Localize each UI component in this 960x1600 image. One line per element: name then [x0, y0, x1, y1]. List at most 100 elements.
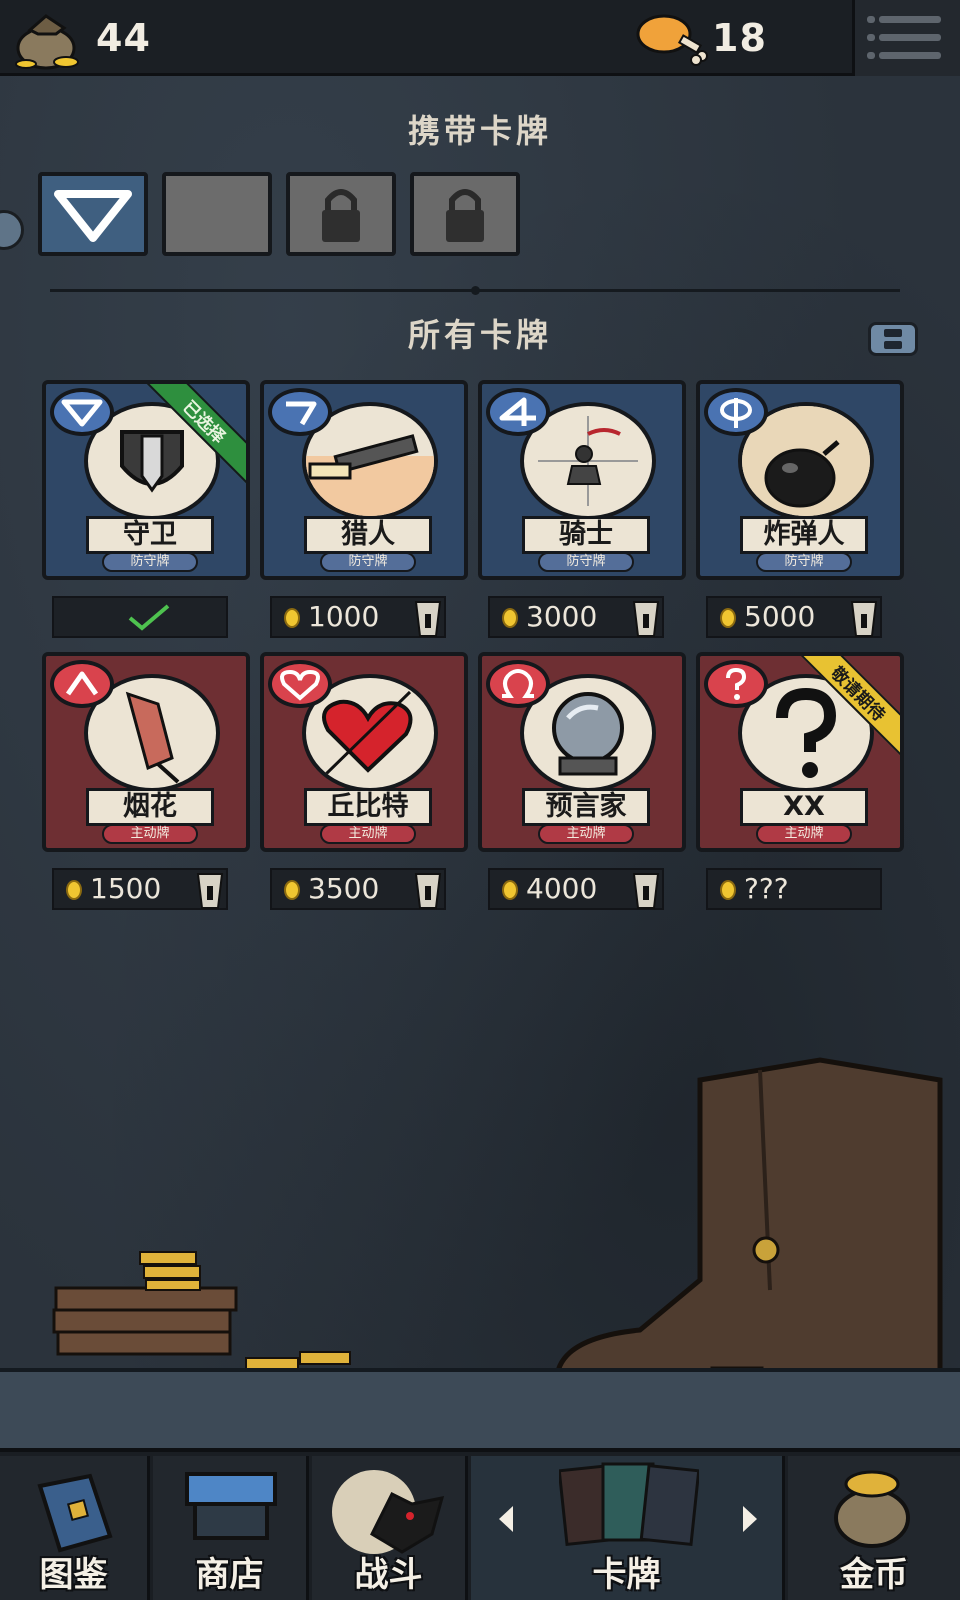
card-type: 主动牌 — [320, 824, 416, 844]
card-knight[interactable]: 骑士 防守牌 — [478, 380, 686, 580]
card-type: 防守牌 — [756, 552, 852, 572]
cards-icon — [559, 1462, 699, 1547]
card-name: 骑士 — [522, 516, 650, 554]
padlock-icon — [850, 601, 878, 637]
card-cupid[interactable]: 丘比特 主动牌 — [260, 652, 468, 852]
menu-dot — [867, 16, 875, 23]
menu-dot — [867, 52, 875, 59]
nav-label: 卡牌 — [592, 1555, 661, 1595]
card-hunter[interactable]: 猎人 防守牌 — [260, 380, 468, 580]
menu-line — [879, 52, 941, 59]
book-icon — [37, 1473, 113, 1553]
coin-icon — [502, 880, 518, 900]
price-bomber[interactable]: 5000 — [706, 596, 882, 638]
card-type: 主动牌 — [756, 824, 852, 844]
coin-icon — [720, 608, 736, 628]
padlock-icon — [414, 601, 442, 637]
omega-icon — [486, 660, 550, 708]
top-bar: 44 18 — [0, 0, 960, 76]
card-name: 守卫 — [86, 516, 214, 554]
nav-label: 商店 — [195, 1555, 264, 1595]
sort-button[interactable] — [868, 322, 918, 356]
card-name: 丘比特 — [304, 788, 432, 826]
price-value: 5000 — [744, 600, 816, 633]
menu-dot — [867, 34, 875, 41]
coin-icon — [502, 608, 518, 628]
nav-tab-collection[interactable]: 图鉴 — [0, 1456, 150, 1600]
menu-line — [879, 34, 941, 41]
card-type: 防守牌 — [538, 552, 634, 572]
padlock-icon — [414, 873, 442, 909]
coin-icon — [284, 880, 300, 900]
card-name: 预言家 — [522, 788, 650, 826]
nav-label: 金币 — [840, 1555, 908, 1595]
card-prophet[interactable]: 预言家 主动牌 — [478, 652, 686, 852]
nav-tab-battle[interactable]: 战斗 — [312, 1456, 468, 1600]
card-firework[interactable]: 烟花 主动牌 — [42, 652, 250, 852]
food-count: 18 — [712, 16, 767, 60]
card-guard[interactable]: 已选择 守卫 防守牌 — [42, 380, 250, 580]
card-type: 主动牌 — [538, 824, 634, 844]
question-mark-badge-icon — [704, 660, 768, 708]
chevron-left-icon[interactable] — [495, 1502, 517, 1536]
price-value: 1500 — [90, 872, 162, 905]
equipped-slot-4 — [410, 172, 520, 256]
card-unknown: 敬请期待 XX 主动牌 — [696, 652, 904, 852]
menu-line — [879, 16, 941, 23]
price-unknown: ??? — [706, 868, 882, 910]
shop-icon — [185, 1472, 277, 1540]
card-bomber[interactable]: 炸弹人 防守牌 — [696, 380, 904, 580]
heart-icon — [268, 660, 332, 708]
padlock-icon — [322, 189, 360, 242]
card-type: 主动牌 — [102, 824, 198, 844]
caret-up-icon — [50, 660, 114, 708]
card-type: 防守牌 — [102, 552, 198, 572]
card-name: 烟花 — [86, 788, 214, 826]
coin-bag-icon — [834, 1470, 910, 1548]
menu-button[interactable] — [852, 0, 960, 76]
price-hunter[interactable]: 1000 — [270, 596, 446, 638]
price-prophet[interactable]: 4000 — [488, 868, 664, 910]
nav-tab-coins[interactable]: 金币 — [788, 1456, 960, 1600]
equipped-slot-3 — [286, 172, 396, 256]
nav-label: 图鉴 — [39, 1555, 108, 1595]
nav-tab-cards[interactable]: 卡牌 — [471, 1456, 785, 1600]
price-value: 3000 — [526, 600, 598, 633]
padlock-icon — [632, 601, 660, 637]
price-value: 3500 — [308, 872, 380, 905]
price-cupid[interactable]: 3500 — [270, 868, 446, 910]
checkmark-icon — [128, 604, 170, 631]
price-value: 4000 — [526, 872, 598, 905]
all-cards-title: 所有卡牌 — [407, 316, 552, 354]
triangle-down-icon — [50, 388, 114, 436]
triangle-down-icon — [54, 190, 132, 242]
card-status-guard — [52, 596, 228, 638]
drumstick-icon — [636, 14, 708, 66]
seven-symbol-icon — [268, 388, 332, 436]
card-name: XX — [740, 788, 868, 826]
section-divider — [50, 286, 900, 295]
bottom-nav: 图鉴 商店 战斗 卡牌 金币 — [0, 1448, 960, 1600]
coin-icon — [66, 880, 82, 900]
price-value: 1000 — [308, 600, 380, 633]
padlock-icon — [196, 873, 224, 909]
coin-bag-icon — [15, 14, 79, 70]
card-name: 猎人 — [304, 516, 432, 554]
price-knight[interactable]: 3000 — [488, 596, 664, 638]
card-type: 防守牌 — [320, 552, 416, 572]
price-firework[interactable]: 1500 — [52, 868, 228, 910]
equipped-title: 携带卡牌 — [407, 112, 552, 150]
padlock-icon — [446, 189, 484, 242]
coin-icon — [284, 608, 300, 628]
card-name: 炸弹人 — [740, 516, 868, 554]
price-value: ??? — [744, 872, 789, 905]
equipped-slot-1[interactable] — [38, 172, 148, 256]
coin-count: 44 — [96, 16, 151, 60]
equipped-slot-2[interactable] — [162, 172, 272, 256]
nav-label: 战斗 — [354, 1555, 423, 1595]
padlock-icon — [632, 873, 660, 909]
coin-icon — [720, 880, 736, 900]
chevron-right-icon[interactable] — [739, 1502, 761, 1536]
four-symbol-icon — [486, 388, 550, 436]
nav-tab-shop[interactable]: 商店 — [153, 1456, 309, 1600]
